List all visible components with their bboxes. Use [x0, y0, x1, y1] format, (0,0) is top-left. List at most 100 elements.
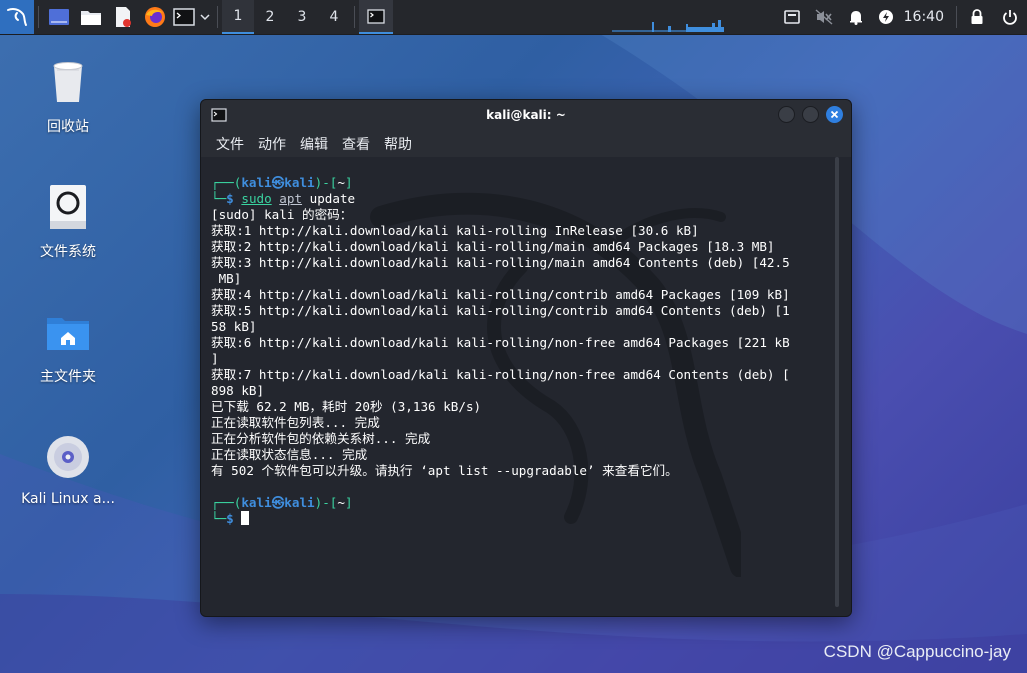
- prompt-user: kali: [241, 175, 272, 190]
- terminal-text: ┌──(kali㉿kali)-[~] └─$ sudo apt update […: [211, 175, 831, 527]
- volume-button[interactable]: [808, 0, 840, 34]
- prompt-dir: ~: [337, 495, 345, 510]
- lock-screen-button[interactable]: [961, 0, 993, 34]
- trash-icon: [53, 62, 83, 102]
- prompt-line: ┌──(kali㉿kali)-[~]: [211, 175, 353, 190]
- terminal-window[interactable]: kali@kali: ~ 文件 动作 编辑 查看 帮助 ┌──(kali㉿kal…: [200, 99, 852, 617]
- desktop-icon: [49, 9, 69, 25]
- firefox-icon: [145, 7, 165, 27]
- command-args: update: [309, 191, 356, 206]
- close-icon: [830, 110, 839, 119]
- chevron-down-icon: [200, 14, 210, 21]
- terminal-launcher-dropdown[interactable]: [197, 0, 213, 34]
- desktop-icon-label: 文件系统: [40, 244, 96, 260]
- desktop-icon-label: Kali Linux a...: [21, 491, 115, 507]
- power-status-button[interactable]: [872, 0, 900, 34]
- kali-menu-button[interactable]: [0, 0, 34, 34]
- workspace-4[interactable]: 4: [318, 0, 350, 34]
- desktop-icon-label: 主文件夹: [40, 369, 96, 385]
- prompt-user: kali: [241, 495, 272, 510]
- output-line: 获取:7 http://kali.download/kali kali-roll…: [211, 367, 790, 382]
- menu-edit[interactable]: 编辑: [293, 132, 335, 156]
- output-line: 已下载 62.2 MB，耗时 20秒 (3,136 kB/s): [211, 399, 482, 414]
- cpu-graph: [612, 20, 724, 32]
- output-line: 获取:4 http://kali.download/kali kali-roll…: [211, 287, 790, 302]
- menu-action[interactable]: 动作: [251, 132, 293, 156]
- output-line: ]: [211, 351, 219, 366]
- output-line: 获取:3 http://kali.download/kali kali-roll…: [211, 255, 790, 270]
- desktop-icon-trash[interactable]: 回收站: [13, 58, 123, 136]
- desktop-icon-kali-disc[interactable]: Kali Linux a...: [13, 433, 123, 507]
- command-apt: apt: [279, 191, 303, 206]
- lock-icon: [971, 9, 983, 24]
- window-menubar: 文件 动作 编辑 查看 帮助: [201, 130, 851, 157]
- home-folder-icon: [47, 318, 89, 350]
- terminal-icon: [367, 8, 385, 24]
- prompt-line: ┌──(kali㉿kali)-[~]: [211, 495, 353, 510]
- terminal-scrollbar[interactable]: [835, 157, 839, 607]
- taskbar-separator: [354, 6, 355, 28]
- screenshot-button[interactable]: [776, 0, 808, 34]
- bell-icon: [849, 11, 862, 25]
- command-line: └─$: [211, 511, 831, 527]
- menu-file[interactable]: 文件: [209, 132, 251, 156]
- terminal-launcher[interactable]: [171, 0, 197, 34]
- minimize-button[interactable]: [778, 106, 795, 123]
- firefox-launcher[interactable]: [139, 0, 171, 34]
- output-line: 正在读取状态信息... 完成: [211, 447, 368, 462]
- output-line: 正在分析软件包的依赖关系树... 完成: [211, 431, 431, 446]
- workspace-1[interactable]: 1: [222, 0, 254, 34]
- drive-icon: [50, 185, 86, 229]
- taskbar-separator: [956, 6, 957, 28]
- screen-icon: [783, 10, 800, 24]
- notifications-button[interactable]: [840, 0, 872, 34]
- text-editor-icon: [116, 7, 131, 27]
- show-desktop-button[interactable]: [43, 0, 75, 34]
- output-line: MB]: [211, 271, 242, 286]
- watermark-text: CSDN @Cappuccino-jay: [823, 642, 1011, 661]
- taskbar: 1 2 3 4 16:40: [0, 0, 1027, 35]
- window-title: kali@kali: ~: [486, 108, 566, 122]
- prompt-at: ㉿: [271, 175, 285, 190]
- text-editor-launcher[interactable]: [107, 0, 139, 34]
- terminal-icon: [173, 8, 195, 26]
- desktop-icon-filesystem[interactable]: 文件系统: [13, 183, 123, 261]
- taskbar-separator: [38, 6, 39, 28]
- prompt-host: kali: [284, 495, 315, 510]
- desktop-icon-home[interactable]: 主文件夹: [13, 308, 123, 386]
- prompt-host: kali: [284, 175, 315, 190]
- output-line: 获取:6 http://kali.download/kali kali-roll…: [211, 335, 790, 350]
- workspace-3[interactable]: 3: [286, 0, 318, 34]
- power-bolt-icon: [878, 10, 893, 24]
- kali-dragon-icon: [7, 8, 27, 26]
- power-icon: [1003, 10, 1017, 25]
- command-sudo: sudo: [241, 191, 272, 206]
- output-line: [sudo] kali 的密码：: [211, 207, 353, 222]
- output-line: 正在读取软件包列表... 完成: [211, 415, 380, 430]
- file-manager-launcher[interactable]: [75, 0, 107, 34]
- terminal-output-area[interactable]: ┌──(kali㉿kali)-[~] └─$ sudo apt update […: [201, 157, 851, 616]
- volume-muted-icon: [815, 9, 833, 25]
- maximize-button[interactable]: [802, 106, 819, 123]
- logout-button[interactable]: [993, 0, 1027, 34]
- output-line: 有 502 个软件包可以升级。请执行 ‘apt list --upgradabl…: [211, 463, 678, 478]
- window-titlebar[interactable]: kali@kali: ~: [201, 100, 851, 130]
- prompt-at: ㉿: [271, 495, 285, 510]
- disc-icon: [47, 436, 89, 478]
- menu-help[interactable]: 帮助: [377, 132, 419, 156]
- output-line: 898 kB]: [211, 383, 265, 398]
- command-line: └─$ sudo apt update: [211, 191, 356, 206]
- output-line: 58 kB]: [211, 319, 257, 334]
- menu-view[interactable]: 查看: [335, 132, 377, 156]
- folder-icon: [81, 11, 101, 25]
- text-cursor: [241, 511, 250, 525]
- workspace-2[interactable]: 2: [254, 0, 286, 34]
- taskbar-window-terminal[interactable]: [359, 0, 393, 34]
- output-line: 获取:1 http://kali.download/kali kali-roll…: [211, 223, 699, 238]
- prompt-symbol: $: [226, 191, 234, 206]
- clock[interactable]: 16:40: [904, 9, 944, 25]
- close-button[interactable]: [826, 106, 843, 123]
- prompt-symbol: $: [226, 511, 234, 526]
- prompt-dir: ~: [337, 175, 345, 190]
